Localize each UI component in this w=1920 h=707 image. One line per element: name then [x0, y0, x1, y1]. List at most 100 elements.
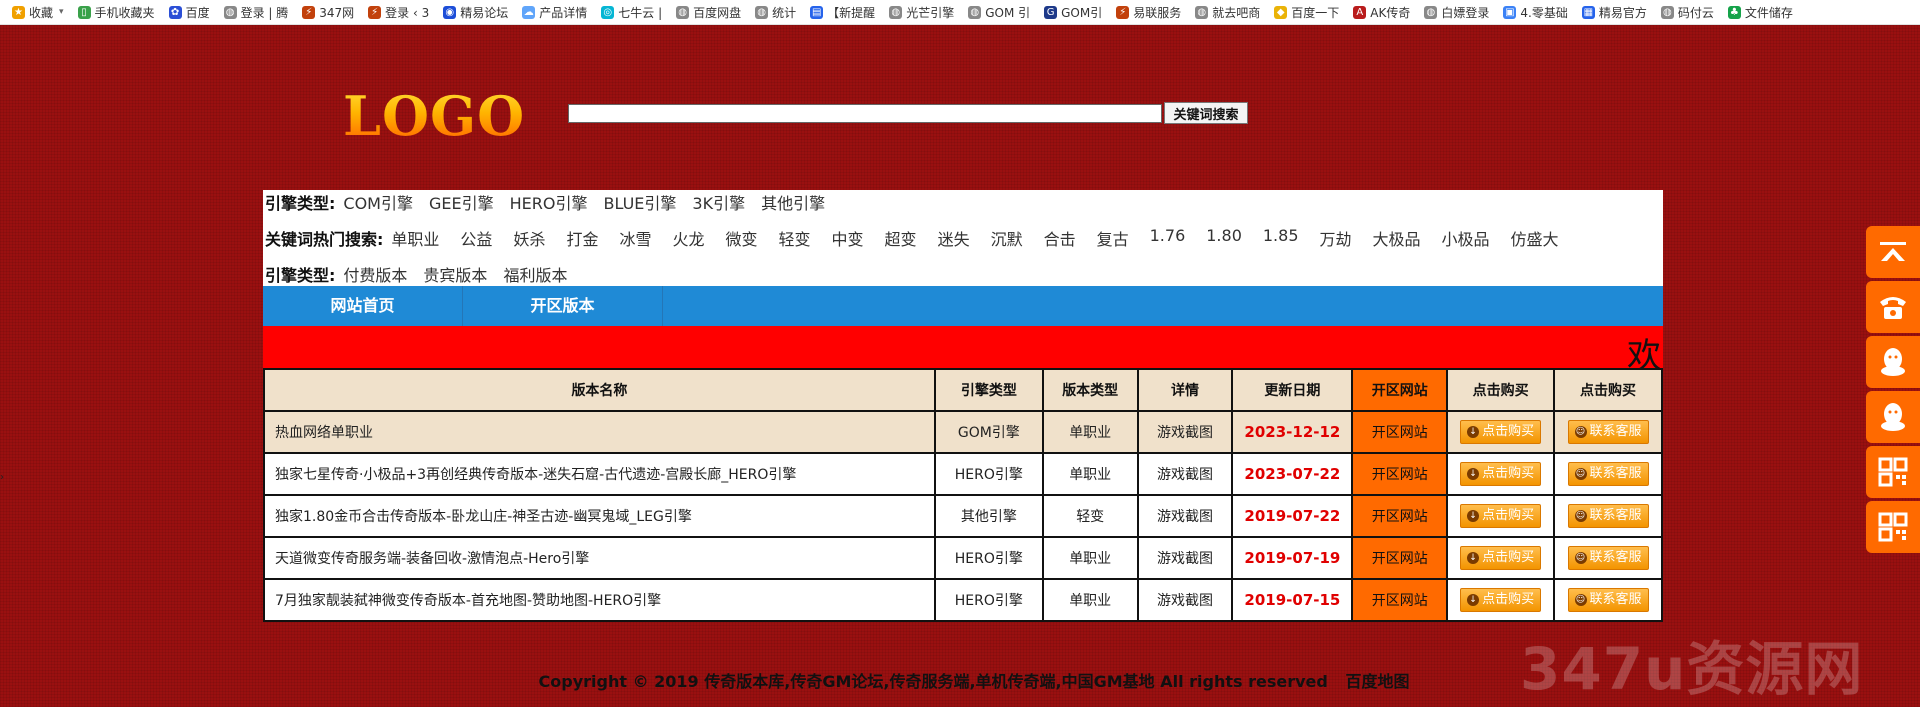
- search-input[interactable]: [568, 104, 1162, 123]
- hot-keyword-link[interactable]: 迷失: [938, 226, 970, 250]
- back-to-top-button[interactable]: [1866, 226, 1920, 278]
- bookmark-item[interactable]: G GOM引: [1038, 0, 1110, 24]
- buy-button[interactable]: ↓ 点击购买: [1460, 546, 1542, 570]
- hot-keyword-link[interactable]: 合击: [1044, 226, 1076, 250]
- engine-filter-option[interactable]: 其他引擎: [761, 190, 825, 214]
- baidu-icon: ✿: [168, 5, 182, 19]
- version-filter-option[interactable]: 贵宾版本: [423, 262, 487, 286]
- server-site-link[interactable]: 开区网站: [1351, 452, 1449, 496]
- chat-icon: ☺: [1574, 468, 1587, 480]
- engine-filter-label: 引擎类型:: [265, 194, 336, 213]
- hot-keyword-link[interactable]: 1.80: [1206, 226, 1242, 250]
- engine-filter-option[interactable]: GEE引擎: [429, 190, 494, 214]
- contact-service-button[interactable]: ☺ 联系客服: [1567, 588, 1649, 612]
- site-logo[interactable]: LOGO: [343, 84, 525, 148]
- bookmark-item[interactable]: ★ 收藏 ▾: [6, 0, 72, 24]
- engine-filter-option[interactable]: BLUE引擎: [603, 190, 676, 214]
- hot-keyword-link[interactable]: 中变: [832, 226, 864, 250]
- server-site-link[interactable]: 开区网站: [1351, 494, 1449, 538]
- contact-service-button[interactable]: ☺ 联系客服: [1567, 420, 1649, 444]
- bookmark-item[interactable]: ◍ 统计: [749, 0, 804, 24]
- hot-keyword-link[interactable]: 复古: [1097, 226, 1129, 250]
- detail-link[interactable]: 游戏截图: [1136, 578, 1234, 622]
- hot-keyword-link[interactable]: 小极品: [1442, 226, 1490, 250]
- server-site-link[interactable]: 开区网站: [1351, 536, 1449, 580]
- hot-keyword-link[interactable]: 冰雪: [619, 226, 651, 250]
- server-site-link[interactable]: 开区网站: [1351, 578, 1449, 622]
- detail-link[interactable]: 游戏截图: [1136, 410, 1234, 454]
- bookmark-item[interactable]: ⚡ 登录 ‹ 3: [362, 0, 437, 24]
- version-name-cell[interactable]: 天道微变传奇服务端-装备回收-激情泡点-Hero引擎: [263, 536, 936, 580]
- bookmark-item[interactable]: ◍ 码付云: [1655, 0, 1722, 24]
- bookmark-item[interactable]: ◍ GOM 引: [962, 0, 1038, 24]
- nav-server-versions[interactable]: 开区版本: [463, 286, 663, 326]
- version-name-cell[interactable]: 7月独家靓装弑神微变传奇版本-首充地图-赞助地图-HERO引擎: [263, 578, 936, 622]
- bookmark-item[interactable]: ◍ 登录 | 腾: [218, 0, 297, 24]
- qq-contact-button[interactable]: [1866, 336, 1920, 388]
- hot-keyword-link[interactable]: 大极品: [1373, 226, 1421, 250]
- engine-filter-option[interactable]: COM引擎: [343, 190, 413, 214]
- qq-contact-button-2[interactable]: [1866, 391, 1920, 443]
- hot-keyword-link[interactable]: 沉默: [991, 226, 1023, 250]
- bookmark-item[interactable]: A AK传奇: [1347, 0, 1418, 24]
- col-header-buy: 点击购买: [1446, 368, 1556, 412]
- bookmark-item[interactable]: ◆ 百度一下: [1268, 0, 1347, 24]
- detail-link[interactable]: 游戏截图: [1136, 452, 1234, 496]
- hot-keyword-link[interactable]: 仿盛大: [1511, 226, 1559, 250]
- hot-keyword-link[interactable]: 1.76: [1150, 226, 1186, 250]
- bookmark-item[interactable]: ⚡ 347网: [296, 0, 362, 24]
- baidu-sitemap-link[interactable]: 百度地图: [1345, 672, 1409, 691]
- contact-label: 联系客服: [1589, 508, 1642, 523]
- bookmark-item[interactable]: ◍ 就去吧商: [1189, 0, 1268, 24]
- version-name-cell[interactable]: 独家1.80金币合击传奇版本-卧龙山庄-神圣古迹-幽冥鬼域_LEG引擎: [263, 494, 936, 538]
- hot-keyword-link[interactable]: 1.85: [1263, 226, 1299, 250]
- bookmark-item[interactable]: ◍ 白嫖登录: [1418, 0, 1497, 24]
- bookmark-item[interactable]: ◎ 七牛云 |: [595, 0, 670, 24]
- bookmark-item[interactable]: ▦ 精易官方: [1576, 0, 1655, 24]
- contact-service-button[interactable]: ☺ 联系客服: [1567, 504, 1649, 528]
- qr-code-button-2[interactable]: [1866, 501, 1920, 553]
- server-site-link[interactable]: 开区网站: [1351, 410, 1449, 454]
- globe-icon: ◍: [755, 5, 769, 19]
- bookmark-item[interactable]: ♣ 文件储存: [1722, 0, 1801, 24]
- version-filter-option[interactable]: 福利版本: [503, 262, 567, 286]
- qr-code-icon: [1878, 457, 1908, 487]
- buy-button[interactable]: ↓ 点击购买: [1460, 504, 1542, 528]
- hot-keyword-link[interactable]: 超变: [885, 226, 917, 250]
- bookmark-item[interactable]: ☁ 产品详情: [516, 0, 595, 24]
- bookmark-item[interactable]: ⚡ 易联服务: [1110, 0, 1189, 24]
- bookmark-item[interactable]: ◉ 精易论坛: [437, 0, 516, 24]
- hot-keyword-link[interactable]: 万劫: [1320, 226, 1352, 250]
- hot-keyword-link[interactable]: 轻变: [779, 226, 811, 250]
- bookmark-item[interactable]: ▯ 手机收藏夹: [72, 0, 163, 24]
- contact-service-button[interactable]: ☺ 联系客服: [1567, 546, 1649, 570]
- hot-keyword-link[interactable]: 单职业: [391, 226, 439, 250]
- brand-347-icon: ⚡: [302, 5, 316, 19]
- version-name-cell[interactable]: 热血网络单职业: [263, 410, 936, 454]
- version-name-cell[interactable]: 独家七星传奇·小极品+3再创经典传奇版本-迷失石窟-古代遗迹-宫殿长廊_HERO…: [263, 452, 936, 496]
- keyword-search-button[interactable]: 关键词搜索: [1164, 102, 1248, 124]
- nav-home[interactable]: 网站首页: [263, 286, 463, 326]
- engine-filter-option[interactable]: HERO引擎: [510, 190, 588, 214]
- contact-service-button[interactable]: ☺ 联系客服: [1567, 462, 1649, 486]
- hot-keyword-link[interactable]: 火龙: [672, 226, 704, 250]
- buy-button[interactable]: ↓ 点击购买: [1460, 462, 1542, 486]
- watermark-text: 347u资源网: [1520, 635, 1864, 703]
- detail-link[interactable]: 游戏截图: [1136, 494, 1234, 538]
- bookmark-item[interactable]: ▤ 【新提醒: [804, 0, 883, 24]
- buy-button[interactable]: ↓ 点击购买: [1460, 588, 1542, 612]
- bookmark-item[interactable]: ◍ 光芒引擎: [883, 0, 962, 24]
- hot-keyword-link[interactable]: 妖杀: [513, 226, 545, 250]
- bookmark-item[interactable]: ✿ 百度: [163, 0, 218, 24]
- hot-keyword-link[interactable]: 打金: [566, 226, 598, 250]
- detail-link[interactable]: 游戏截图: [1136, 536, 1234, 580]
- buy-button[interactable]: ↓ 点击购买: [1460, 420, 1542, 444]
- bookmark-item[interactable]: ◍ 百度网盘: [670, 0, 749, 24]
- hot-keyword-link[interactable]: 微变: [726, 226, 758, 250]
- bookmark-item[interactable]: ▣ 4.零基础: [1497, 0, 1575, 24]
- version-filter-option[interactable]: 付费版本: [343, 262, 407, 286]
- hot-keyword-link[interactable]: 公益: [460, 226, 492, 250]
- engine-filter-option[interactable]: 3K引擎: [692, 190, 745, 214]
- qr-code-button[interactable]: [1866, 446, 1920, 498]
- telephone-button[interactable]: [1866, 281, 1920, 333]
